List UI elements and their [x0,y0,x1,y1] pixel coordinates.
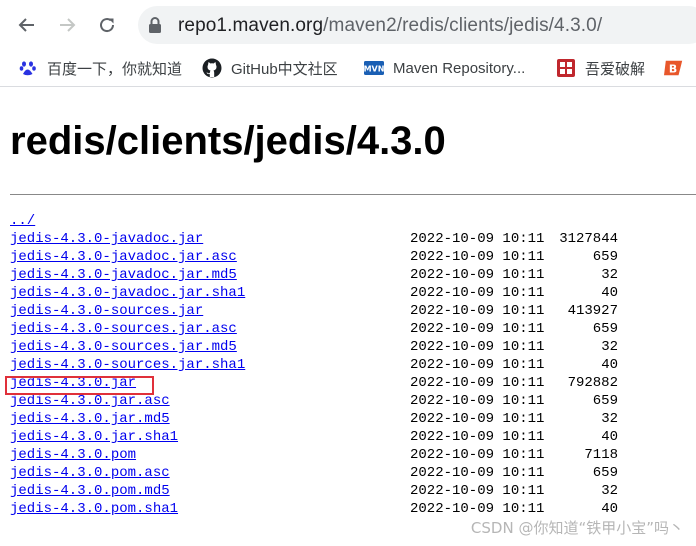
mvn-icon: MVN [364,58,384,78]
parent-directory-link[interactable]: ../ [10,213,35,229]
file-link[interactable]: jedis-4.3.0.jar.sha1 [10,429,178,445]
file-size: 32 [601,483,618,499]
file-date: 2022-10-09 10:11 [410,429,545,445]
file-row: jedis-4.3.0.jar.sha1 2022-10-09 10:11 40 [10,428,618,446]
file-row: jedis-4.3.0-sources.jar 2022-10-09 10:11 4… [10,302,618,320]
file-date: 2022-10-09 10:11 [410,267,545,283]
file-size: 659 [592,249,618,265]
bookmark-52pojie[interactable]: 吾爱破解 [556,56,645,80]
file-size: 32 [601,411,618,427]
file-listing: ../ jedis-4.3.0-javadoc.jar 2022-10-09 10… [10,212,618,518]
page-content: redis/clients/jedis/4.3.0 ../ jedis-4.3.… [0,87,696,546]
file-date: 2022-10-09 10:11 [410,249,545,265]
file-size: 40 [601,357,618,373]
highlight-box [5,376,154,395]
bookmark-label: GitHub中文社区 [231,60,338,78]
file-link[interactable]: jedis-4.3.0-javadoc.jar [10,231,203,247]
bookmark-jb[interactable]: B [664,56,693,80]
watermark: CSDN @你知道“铁甲小宝”吗丶 [470,519,684,537]
bookmark-label: Maven Repository... [393,59,526,77]
file-link[interactable]: jedis-4.3.0-sources.jar.sha1 [10,357,245,373]
file-date: 2022-10-09 10:11 [410,411,545,427]
file-size: 40 [601,429,618,445]
url-text[interactable]: repo1.maven.org/maven2/redis/clients/jed… [178,15,602,37]
file-link[interactable]: jedis-4.3.0-javadoc.jar.asc [10,249,237,265]
address-bar[interactable]: repo1.maven.org/maven2/redis/clients/jed… [138,6,696,44]
github-icon [202,58,222,78]
file-link[interactable]: jedis-4.3.0-sources.jar.md5 [10,339,237,355]
52pojie-icon [556,58,576,78]
bookmark-label: 吾爱破解 [585,60,646,78]
file-date: 2022-10-09 10:11 [410,357,545,373]
file-row: jedis-4.3.0.pom 2022-10-09 10:11 7118 [10,446,618,464]
lock-icon [149,17,161,33]
file-link[interactable]: jedis-4.3.0.pom.md5 [10,483,170,499]
file-row: jedis-4.3.0-sources.jar.asc 2022-10-09 10… [10,320,618,338]
file-link[interactable]: jedis-4.3.0.pom.sha1 [10,501,178,517]
file-date: 2022-10-09 10:11 [410,465,545,481]
file-link[interactable]: jedis-4.3.0-sources.jar [10,303,203,319]
file-size: 659 [592,393,618,409]
bookmark-baidu[interactable]: 百度一下，你就知道 [18,56,182,80]
file-link[interactable]: jedis-4.3.0.pom [10,447,136,463]
file-size: 40 [601,285,618,301]
horizontal-rule [10,194,696,195]
baidu-paw-icon [18,58,38,78]
svg-text:MVN: MVN [364,65,384,74]
file-date: 2022-10-09 10:11 [410,231,545,247]
url-host: repo1.maven.org [178,15,324,36]
file-row: jedis-4.3.0-javadoc.jar.asc 2022-10-09 10… [10,248,618,266]
url-path: /maven2/redis/clients/jedis/4.3.0/ [323,15,603,36]
arrow-left-icon [18,18,34,32]
file-date: 2022-10-09 10:11 [410,321,545,337]
file-date: 2022-10-09 10:11 [410,393,545,409]
bookmark-label: 百度一下，你就知道 [47,60,183,78]
forward-button[interactable] [54,12,80,38]
file-row: jedis-4.3.0-sources.jar.md5 2022-10-09 10… [10,338,618,356]
file-link[interactable]: jedis-4.3.0-javadoc.jar.md5 [10,267,237,283]
bookmark-github[interactable]: GitHub中文社区 [202,56,338,80]
file-size: 3127844 [559,231,618,247]
arrow-right-icon [60,18,76,32]
file-row: jedis-4.3.0.pom.sha1 2022-10-09 10:11 40 [10,500,618,518]
file-row: jedis-4.3.0.pom.asc 2022-10-09 10:11 659 [10,464,618,482]
svg-text:B: B [669,63,677,76]
file-row: jedis-4.3.0.pom.md5 2022-10-09 10:11 32 [10,482,618,500]
file-link[interactable]: jedis-4.3.0.jar.md5 [10,411,170,427]
file-date: 2022-10-09 10:11 [410,447,545,463]
bookmarks-bar: 百度一下，你就知道 GitHub中文社区 MVN Maven Repositor… [0,50,696,87]
page-title: redis/clients/jedis/4.3.0 [10,119,446,163]
file-size: 7118 [584,447,618,463]
file-link[interactable]: jedis-4.3.0-javadoc.jar.sha1 [10,285,245,301]
file-size: 32 [601,267,618,283]
file-date: 2022-10-09 10:11 [410,303,545,319]
file-size: 659 [592,321,618,337]
parent-directory-row: ../ [10,212,245,230]
jb-icon: B [664,58,684,78]
file-size: 659 [592,465,618,481]
file-size: 32 [601,339,618,355]
file-link[interactable]: jedis-4.3.0.pom.asc [10,465,170,481]
file-date: 2022-10-09 10:11 [410,501,545,517]
back-button[interactable] [14,12,40,38]
file-link[interactable]: jedis-4.3.0-sources.jar.asc [10,321,237,337]
file-date: 2022-10-09 10:11 [410,339,545,355]
file-row: jedis-4.3.0-javadoc.jar.sha1 2022-10-09 1… [10,284,618,302]
file-date: 2022-10-09 10:11 [410,285,545,301]
file-row: jedis-4.3.0-javadoc.jar.md5 2022-10-09 10… [10,266,618,284]
browser-toolbar: repo1.maven.org/maven2/redis/clients/jed… [0,0,696,50]
file-size: 792882 [567,375,618,391]
file-row: jedis-4.3.0-javadoc.jar 2022-10-09 10:11 3… [10,230,618,248]
file-row: jedis-4.3.0.jar.md5 2022-10-09 10:11 32 [10,410,618,428]
file-size: 413927 [567,303,618,319]
reload-icon [100,18,115,33]
file-size: 40 [601,501,618,517]
bookmark-maven[interactable]: MVN Maven Repository... [364,56,525,80]
reload-button[interactable] [94,12,120,38]
file-row: jedis-4.3.0-sources.jar.sha1 2022-10-09 1… [10,356,618,374]
file-date: 2022-10-09 10:11 [410,375,545,391]
file-date: 2022-10-09 10:11 [410,483,545,499]
file-link[interactable]: jedis-4.3.0.jar.asc [10,393,170,409]
